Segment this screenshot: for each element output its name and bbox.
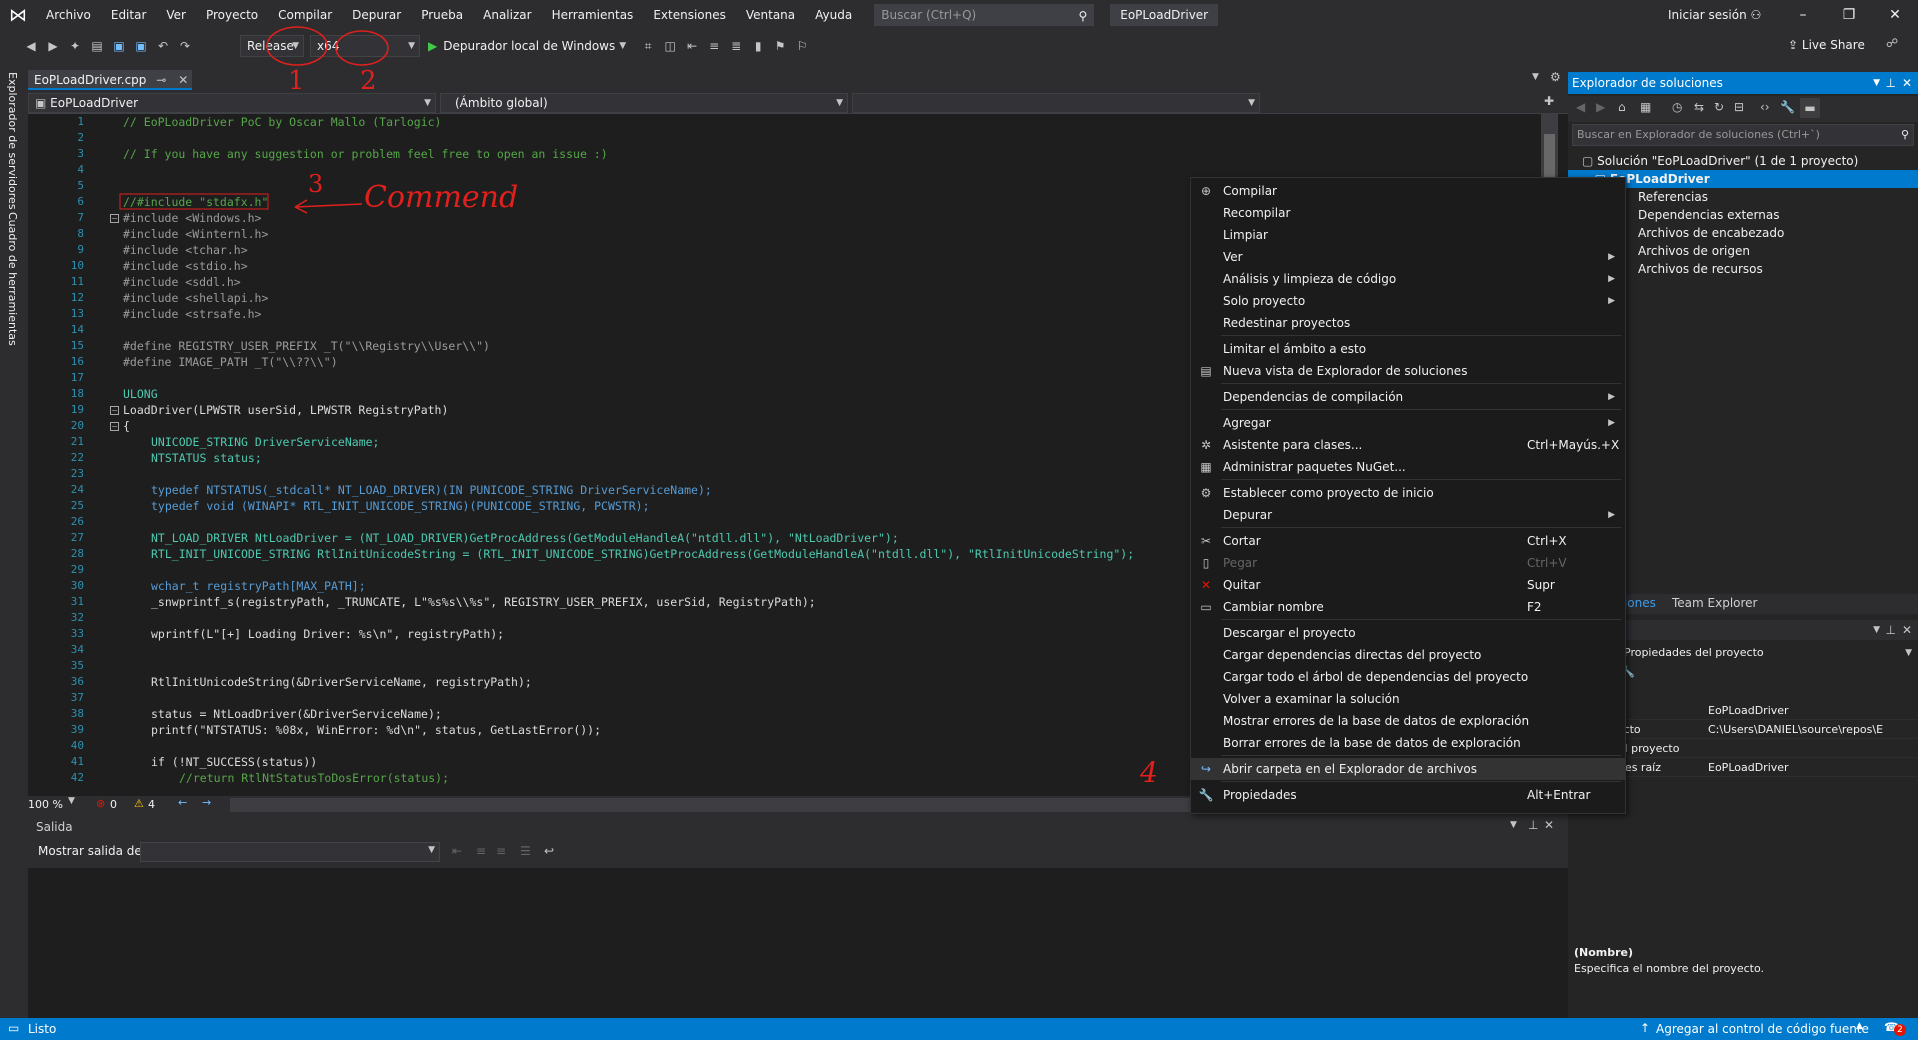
annotation-overlay [119, 26, 389, 214]
annotation-arrow [294, 199, 363, 214]
annotation-number-1: 1 [288, 66, 305, 96]
annotation-circle-platform [335, 30, 389, 66]
annotation-number-3: 3 [308, 170, 324, 198]
annotation-number-4: 4 [1140, 756, 1158, 789]
annotation-circle-release [266, 26, 328, 66]
annotation-number-2: 2 [360, 66, 377, 96]
annotation-box-include [119, 193, 269, 210]
annotation-comment-text: Commend [364, 180, 519, 215]
